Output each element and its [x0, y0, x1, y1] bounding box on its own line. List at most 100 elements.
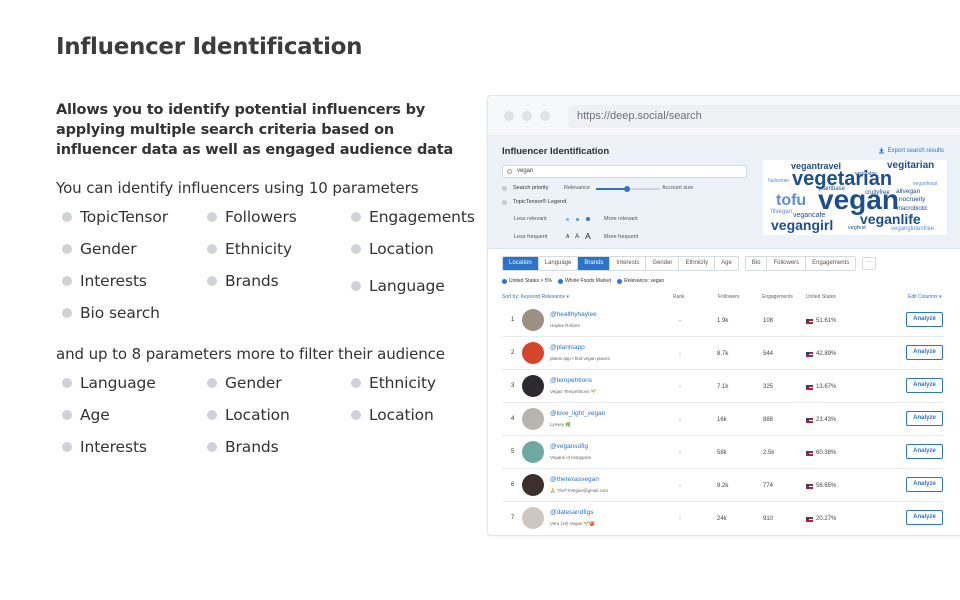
more-relevant-label: More relevant — [604, 216, 638, 222]
bullet-icon — [351, 281, 361, 291]
col-country[interactable]: United States — [806, 294, 836, 300]
freq-letter: A — [585, 231, 591, 241]
bullet-icon — [351, 378, 361, 388]
more-filters-button[interactable]: ··· — [862, 257, 877, 270]
col-engagements[interactable]: Engagements — [762, 294, 793, 300]
table-row[interactable]: 7 @datesandfigs Vera (19) Vegan 🌱🍑 - 24k… — [502, 502, 944, 535]
tab-age[interactable]: Age — [715, 257, 738, 270]
avatar — [522, 408, 544, 430]
word-cloud-term[interactable]: veganglutenfree — [891, 226, 934, 232]
applied-filters: United States > 5% Whole Foods Market Re… — [502, 278, 664, 284]
table-row[interactable]: 4 @love_light_vegan Lynsey 🌿 - 16k 888 2… — [502, 403, 944, 436]
tab-language[interactable]: Language — [538, 257, 579, 270]
bullet-icon — [207, 442, 217, 452]
filter-tag[interactable]: United States > 5% — [502, 278, 552, 284]
word-cloud-term[interactable]: vegitarian — [887, 161, 934, 171]
analyze-button[interactable]: Analyze — [906, 510, 943, 525]
remove-tag-icon[interactable] — [617, 278, 623, 284]
param-item: Location — [351, 240, 434, 258]
slider-knob[interactable] — [624, 186, 630, 192]
word-cloud-term[interactable]: vegan — [818, 186, 899, 214]
avatar — [522, 507, 544, 529]
remove-tag-icon[interactable] — [557, 278, 563, 284]
tab-ethnicity[interactable]: Ethnicity — [679, 257, 716, 270]
influencer-handle[interactable]: @healthyhaylee — [550, 311, 597, 318]
word-cloud-term[interactable]: veganfeast — [913, 182, 937, 187]
word-cloud-term[interactable]: fitvegan — [771, 209, 792, 215]
param-item: Gender — [207, 374, 282, 392]
avatar — [522, 375, 544, 397]
influencer-handle[interactable]: @thetexasvegan — [550, 476, 599, 483]
influencer-params-heading: You can identify influencers using 10 pa… — [56, 179, 419, 197]
table-row[interactable]: 1 @healthyhaylee Haylee Rohren - 1.9k 10… — [502, 304, 944, 337]
bullet-icon — [207, 212, 217, 222]
url-bar[interactable]: https://deep.social/search — [568, 105, 960, 128]
influencer-handle[interactable]: @love_light_vegan — [550, 410, 605, 417]
app-title: Influencer Identification — [502, 146, 610, 157]
tab-followers[interactable]: Followers — [767, 257, 807, 270]
col-followers[interactable]: Followers — [718, 294, 739, 300]
filter-tag[interactable]: Relevance: vegan — [617, 278, 664, 284]
bullet-icon — [62, 378, 72, 388]
table-row[interactable]: 5 @vegansofig Vegans of Instagram - 58k … — [502, 436, 944, 469]
avatar — [522, 342, 544, 364]
tab-bio[interactable]: Bio — [745, 257, 768, 270]
filter-bar: Location Language Brands Interests Gende… — [502, 256, 877, 271]
analyze-button[interactable]: Analyze — [906, 378, 943, 393]
word-cloud-term[interactable]: veganlife — [860, 212, 921, 226]
freq-letter: A — [575, 233, 580, 240]
bullet-icon — [351, 212, 361, 222]
col-rank[interactable]: Rank — [673, 294, 685, 300]
analyze-button[interactable]: Analyze — [906, 444, 943, 459]
audience-params-heading: and up to 8 parameters more to filter th… — [56, 345, 445, 363]
word-cloud-term[interactable]: vegfest — [848, 225, 866, 232]
filter-tag[interactable]: Whole Foods Market — [557, 278, 611, 284]
bullet-icon — [207, 276, 217, 286]
us-flag-icon — [806, 318, 813, 324]
priority-slider[interactable] — [596, 186, 660, 192]
export-button[interactable]: Export search results — [878, 147, 944, 154]
less-relevant-label: Less relevant — [514, 216, 547, 222]
remove-tag-icon[interactable] — [502, 278, 507, 284]
param-item: Interests — [62, 272, 147, 290]
analyze-button[interactable]: Analyze — [906, 345, 943, 360]
bullet-icon — [62, 244, 72, 254]
tab-engagements[interactable]: Engagements — [806, 257, 856, 270]
influencer-handle[interactable]: @tempehtions — [550, 377, 592, 384]
param-item: Language — [351, 277, 445, 295]
table-row[interactable]: 6 @thetexasvegan 🙏 TheTXVegan@gmail.com … — [502, 469, 944, 502]
search-input[interactable]: vegan — [502, 165, 747, 178]
param-item: Engagements — [351, 208, 475, 226]
topic-word-cloud: vegantravel veganday vegitarian hailseit… — [763, 160, 947, 235]
tab-interests[interactable]: Interests — [610, 257, 647, 270]
bullet-icon — [207, 244, 217, 254]
word-cloud-term[interactable]: nocrueity — [899, 196, 925, 204]
us-flag-icon — [806, 384, 813, 390]
browser-toolbar: https://deep.social/search — [488, 96, 960, 136]
word-cloud-term[interactable]: vegangirl — [771, 218, 833, 232]
table-row[interactable]: 2 @plantsapp plants app • find vegan pla… — [502, 337, 944, 370]
param-item: Bio search — [62, 304, 160, 322]
download-icon — [878, 147, 884, 154]
avatar — [522, 309, 544, 331]
edit-columns-dropdown[interactable]: Edit Columns ▾ — [908, 294, 942, 300]
analyze-button[interactable]: Analyze — [906, 411, 943, 426]
tab-brands[interactable]: Brands — [578, 257, 611, 270]
influencer-handle[interactable]: @vegansofig — [550, 443, 588, 450]
priority-left-label: Relevance — [564, 185, 590, 191]
analyze-button[interactable]: Analyze — [906, 312, 943, 327]
param-item: Location — [351, 406, 434, 424]
param-item: Language — [62, 374, 156, 392]
us-flag-icon — [806, 417, 813, 423]
relevance-scale — [566, 217, 590, 221]
influencer-handle[interactable]: @plantsapp — [550, 344, 585, 351]
table-row[interactable]: 3 @tempehtions Vegan Tempehtions 🌱 - 7.1… — [502, 370, 944, 403]
analyze-button[interactable]: Analyze — [906, 477, 943, 492]
word-cloud-term[interactable]: allvegan — [896, 188, 920, 196]
tab-gender[interactable]: Gender — [646, 257, 680, 270]
tab-location[interactable]: Location — [503, 257, 539, 270]
word-cloud-term[interactable]: hailseitan — [768, 179, 789, 184]
influencer-handle[interactable]: @datesandfigs — [550, 509, 593, 516]
sort-dropdown[interactable]: Sort by: Keyword Relevance ▾ — [502, 294, 569, 300]
word-cloud-term[interactable]: tofu — [776, 193, 806, 209]
